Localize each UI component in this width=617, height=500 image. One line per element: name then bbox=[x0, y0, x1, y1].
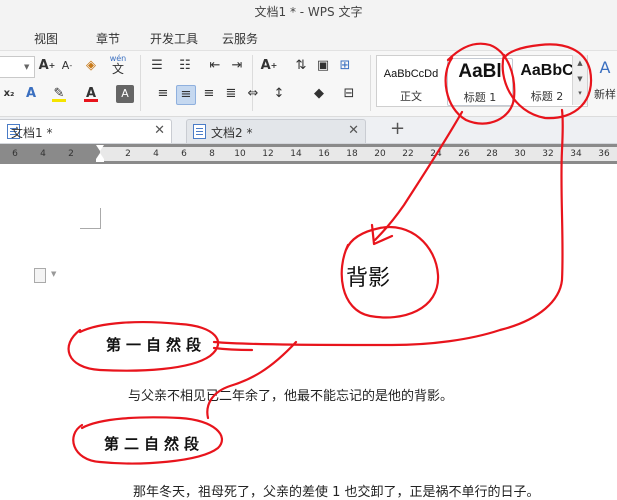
ruler-tick: 32 bbox=[542, 149, 554, 159]
heading-paragraph-1[interactable]: 第一自然段 bbox=[106, 334, 206, 355]
text-outline-icon[interactable]: A bbox=[22, 85, 40, 103]
indent-marker[interactable] bbox=[96, 145, 104, 163]
shading-fill-icon[interactable]: ◆ bbox=[310, 85, 328, 103]
ruler-tick: 20 bbox=[374, 149, 386, 159]
ruler-tick: 24 bbox=[430, 149, 442, 159]
menu-chapter[interactable]: 章节 bbox=[96, 30, 120, 47]
ruler-tick: 36 bbox=[598, 149, 610, 159]
ruler-tick: 2 bbox=[68, 149, 74, 159]
ruler-tick: 4 bbox=[153, 149, 159, 159]
style-preview: AaBl bbox=[458, 61, 502, 82]
chevron-up-icon[interactable]: ▲ bbox=[573, 59, 587, 67]
tab-document1[interactable]: 文档1 * ✕ bbox=[0, 119, 172, 143]
style-name: 正文 bbox=[400, 90, 422, 103]
gallery-more-icon[interactable]: ▾ bbox=[573, 89, 587, 97]
ruler-tick: 6 bbox=[12, 149, 18, 159]
menu-bar: 视图 章节 开发工具 云服务 bbox=[0, 24, 617, 51]
page-corner-mark bbox=[80, 208, 101, 229]
phonetic-char: 文 bbox=[111, 62, 124, 76]
ruler-tick: 10 bbox=[234, 149, 246, 159]
align-center-icon[interactable]: ≡ bbox=[176, 85, 196, 105]
ruler-tick: 16 bbox=[318, 149, 330, 159]
close-icon[interactable]: ✕ bbox=[348, 123, 359, 138]
ruler-tick: 12 bbox=[262, 149, 274, 159]
ruler-tick: 22 bbox=[402, 149, 414, 159]
document-icon bbox=[193, 124, 206, 139]
phonetic-guide-button[interactable]: wén 文 bbox=[105, 54, 131, 78]
style-normal[interactable]: AaBbCcDd 正文 bbox=[379, 58, 443, 104]
tab-label: 文档1 * bbox=[11, 126, 53, 140]
new-style-label[interactable]: 新样 bbox=[594, 86, 616, 102]
decrease-indent-icon[interactable]: ⇤ bbox=[206, 57, 224, 75]
menu-developer-tools[interactable]: 开发工具 bbox=[150, 30, 198, 47]
style-name: 标题 1 bbox=[463, 91, 497, 104]
font-color-icon[interactable]: A bbox=[82, 85, 100, 103]
annotation-text: 背影 bbox=[346, 266, 391, 291]
bullet-list-icon[interactable]: ☰ bbox=[148, 57, 166, 75]
font-size-select[interactable]: ▼ bbox=[0, 56, 35, 78]
ruler-tick: 30 bbox=[514, 149, 526, 159]
ruler-tick: 34 bbox=[570, 149, 582, 159]
divider bbox=[370, 55, 371, 111]
border-icon[interactable]: ⊟ bbox=[340, 85, 358, 103]
heading-paragraph-2[interactable]: 第二自然段 bbox=[104, 433, 204, 454]
ruler-tick: 8 bbox=[209, 149, 215, 159]
clear-format-icon[interactable]: ◈ bbox=[82, 57, 100, 75]
tab-label: 文档2 * bbox=[211, 126, 253, 140]
justify-icon[interactable]: ≣ bbox=[222, 85, 240, 103]
title-bar: 文档1 * - WPS 文字 bbox=[0, 0, 617, 24]
close-icon[interactable]: ✕ bbox=[154, 123, 165, 138]
document-tab-bar: 文档1 * ✕ 文档2 * ✕ + bbox=[0, 117, 617, 144]
style-preview: AaBbC bbox=[520, 62, 574, 79]
new-style-icon: A bbox=[599, 58, 611, 77]
ruler-tick: 28 bbox=[486, 149, 498, 159]
paragraph-layout-icon[interactable] bbox=[34, 268, 46, 283]
distributed-icon[interactable]: ⇔ bbox=[244, 85, 262, 103]
line-spacing-icon[interactable]: ↕ bbox=[270, 85, 288, 103]
text-effects-icon[interactable]: A+ bbox=[260, 57, 278, 75]
style-preview: AaBbCcDd bbox=[383, 68, 439, 80]
gallery-scroll[interactable]: ▲ ▼ ▾ bbox=[572, 55, 587, 105]
shrink-font-icon[interactable]: A- bbox=[58, 57, 76, 75]
ruler-tick: 18 bbox=[346, 149, 358, 159]
menu-view[interactable]: 视图 bbox=[34, 30, 58, 47]
highlight-icon[interactable]: ✎ bbox=[50, 85, 68, 103]
tab-document2[interactable]: 文档2 * ✕ bbox=[186, 119, 366, 143]
ruler-tick: 26 bbox=[458, 149, 470, 159]
window-title: 文档1 * - WPS 文字 bbox=[254, 5, 363, 19]
new-tab-plus-icon[interactable]: + bbox=[390, 118, 405, 139]
menu-cloud-services[interactable]: 云服务 bbox=[222, 30, 258, 47]
style-heading2[interactable]: AaBbC 标题 2 bbox=[515, 58, 579, 104]
grow-font-icon[interactable]: A+ bbox=[38, 57, 56, 75]
style-name: 标题 2 bbox=[530, 90, 564, 103]
chevron-down-icon[interactable]: ▼ bbox=[51, 270, 56, 278]
show-marks-icon[interactable]: ▣ bbox=[314, 57, 332, 75]
style-heading1[interactable]: AaBl 标题 1 bbox=[447, 58, 513, 106]
char-shading-icon[interactable]: A bbox=[116, 85, 134, 103]
ruler-tick: 4 bbox=[40, 149, 46, 159]
numbered-list-icon[interactable]: ☷ bbox=[176, 57, 194, 75]
chevron-down-icon[interactable]: ▼ bbox=[573, 75, 587, 83]
sort-icon[interactable]: ⇅ bbox=[292, 57, 310, 75]
paragraph-1[interactable]: 与父亲不相见已二年余了，他最不能忘记的是他的背影。 bbox=[128, 385, 453, 404]
align-right-icon[interactable]: ≡ bbox=[200, 85, 218, 103]
style-gallery: AaBbCcDd 正文 AaBl 标题 1 AaBbC 标题 2 bbox=[376, 55, 588, 107]
table-icon[interactable]: ⊞ bbox=[336, 57, 354, 75]
ruler-tick: 6 bbox=[181, 149, 187, 159]
ruler-tick: 14 bbox=[290, 149, 302, 159]
divider bbox=[140, 55, 141, 111]
chevron-down-icon: ▼ bbox=[24, 63, 30, 71]
subscript-icon[interactable]: x₂ bbox=[0, 85, 18, 103]
align-left-icon[interactable]: ≡ bbox=[154, 85, 172, 103]
paragraph-2[interactable]: 那年冬天，祖母死了，父亲的差使 1 也交卸了，正是祸不单行的日子。 bbox=[133, 481, 540, 500]
ruler-tick: 2 bbox=[125, 149, 131, 159]
increase-indent-icon[interactable]: ⇥ bbox=[228, 57, 246, 75]
